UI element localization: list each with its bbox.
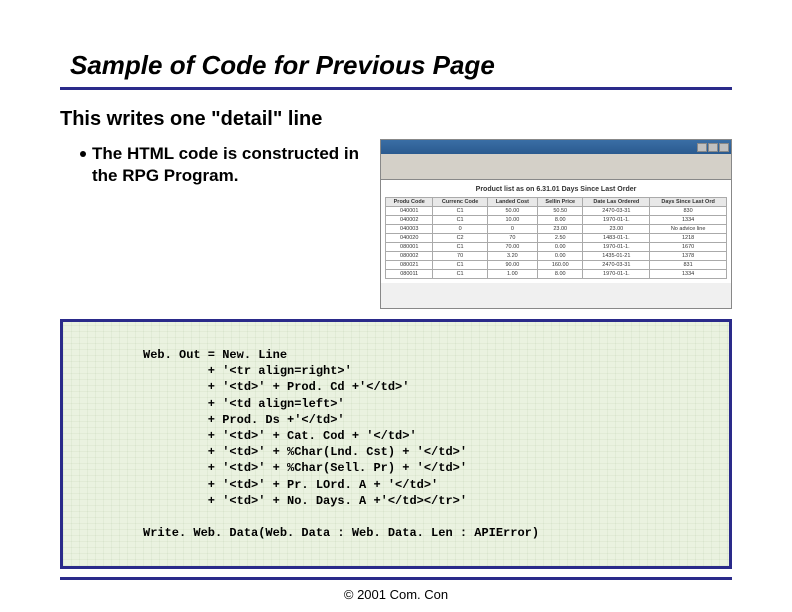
table-cell: 1970-01-1. <box>583 243 650 252</box>
title-underline <box>60 87 732 90</box>
table-cell: 2470-03-31 <box>583 207 650 216</box>
table-cell: 90.00 <box>487 261 537 270</box>
table-cell: 70 <box>433 252 487 261</box>
bullet-item: The HTML code is constructed in the RPG … <box>80 143 360 187</box>
table-header: Currenc Code <box>433 198 487 207</box>
table-cell: 040020 <box>386 234 433 243</box>
table-cell: 0 <box>433 225 487 234</box>
table-cell: C1 <box>433 216 487 225</box>
table-cell: C1 <box>433 270 487 279</box>
table-cell: 2470-03-31 <box>583 261 650 270</box>
table-cell: 70 <box>487 234 537 243</box>
table-cell: 0.00 <box>538 252 583 261</box>
table-cell: 23.00 <box>538 225 583 234</box>
table-cell: 8.00 <box>538 270 583 279</box>
table-cell: C2 <box>433 234 487 243</box>
table-cell: 1218 <box>650 234 727 243</box>
footer-copyright: © 2001 Com. Con <box>0 587 792 602</box>
table-cell: 080011 <box>386 270 433 279</box>
table-cell: 080002 <box>386 252 433 261</box>
table-cell: C1 <box>433 243 487 252</box>
table-cell: 1670 <box>650 243 727 252</box>
footer-line <box>60 577 732 580</box>
bullet-text: The HTML code is constructed in the RPG … <box>92 143 360 187</box>
table-row: 040002C110.008.001970-01-1.1334 <box>386 216 727 225</box>
table-cell: 1.00 <box>487 270 537 279</box>
table-cell: 080001 <box>386 243 433 252</box>
slide-title: Sample of Code for Previous Page <box>60 50 732 81</box>
slide-subtitle: This writes one "detail" line <box>60 108 732 131</box>
table-cell: 50.00 <box>487 207 537 216</box>
table-row: 080002703.200.001435-01-211378 <box>386 252 727 261</box>
table-cell: 831 <box>650 261 727 270</box>
table-cell: 50.50 <box>538 207 583 216</box>
table-header: Produ Code <box>386 198 433 207</box>
table-cell: 160.00 <box>538 261 583 270</box>
close-icon <box>719 143 729 152</box>
maximize-icon <box>708 143 718 152</box>
table-header: Sellin Price <box>538 198 583 207</box>
table-cell: C1 <box>433 207 487 216</box>
table-cell: 040001 <box>386 207 433 216</box>
browser-toolbar <box>381 154 731 180</box>
table-row: 080011C11.008.001970-01-1.1334 <box>386 270 727 279</box>
table-row: 0400030023.0023.00No advice line <box>386 225 727 234</box>
table-cell: 0.00 <box>538 243 583 252</box>
table-cell: 2.50 <box>538 234 583 243</box>
table-cell: 8.00 <box>538 216 583 225</box>
window-titlebar <box>381 140 731 154</box>
table-row: 040020C2702.501483-01-1.1218 <box>386 234 727 243</box>
table-cell: 1435-01-21 <box>583 252 650 261</box>
table-header: Date Las Ordered <box>583 198 650 207</box>
screenshot-heading: Product list as on 6.31.01 Days Since La… <box>385 186 727 193</box>
table-cell: C1 <box>433 261 487 270</box>
table-row: 080001C170.000.001970-01-1.1670 <box>386 243 727 252</box>
table-cell: 080021 <box>386 261 433 270</box>
table-cell: 1334 <box>650 270 727 279</box>
embedded-screenshot: Product list as on 6.31.01 Days Since La… <box>380 139 732 309</box>
data-table: Produ CodeCurrenc CodeLanded CostSellin … <box>385 197 727 279</box>
table-cell: 10.00 <box>487 216 537 225</box>
table-cell: 70.00 <box>487 243 537 252</box>
bullet-section: The HTML code is constructed in the RPG … <box>60 139 360 187</box>
browser-body: Product list as on 6.31.01 Days Since La… <box>381 180 731 283</box>
table-header: Days Since Last Ord <box>650 198 727 207</box>
content-row: The HTML code is constructed in the RPG … <box>60 139 732 309</box>
table-cell: 0 <box>487 225 537 234</box>
table-row: 080021C190.00160.002470-03-31831 <box>386 261 727 270</box>
table-cell: 3.20 <box>487 252 537 261</box>
minimize-icon <box>697 143 707 152</box>
table-cell: 23.00 <box>583 225 650 234</box>
table-cell: 1970-01-1. <box>583 270 650 279</box>
table-cell: 040002 <box>386 216 433 225</box>
table-cell: 1483-01-1. <box>583 234 650 243</box>
table-row: 040001C150.0050.502470-03-31830 <box>386 207 727 216</box>
table-cell: No advice line <box>650 225 727 234</box>
table-cell: 1378 <box>650 252 727 261</box>
table-cell: 1970-01-1. <box>583 216 650 225</box>
table-cell: 1334 <box>650 216 727 225</box>
table-cell: 830 <box>650 207 727 216</box>
code-sample: Web. Out = New. Line + '<tr align=right>… <box>60 319 732 569</box>
table-cell: 040003 <box>386 225 433 234</box>
bullet-dot-icon <box>80 151 86 157</box>
table-header: Landed Cost <box>487 198 537 207</box>
